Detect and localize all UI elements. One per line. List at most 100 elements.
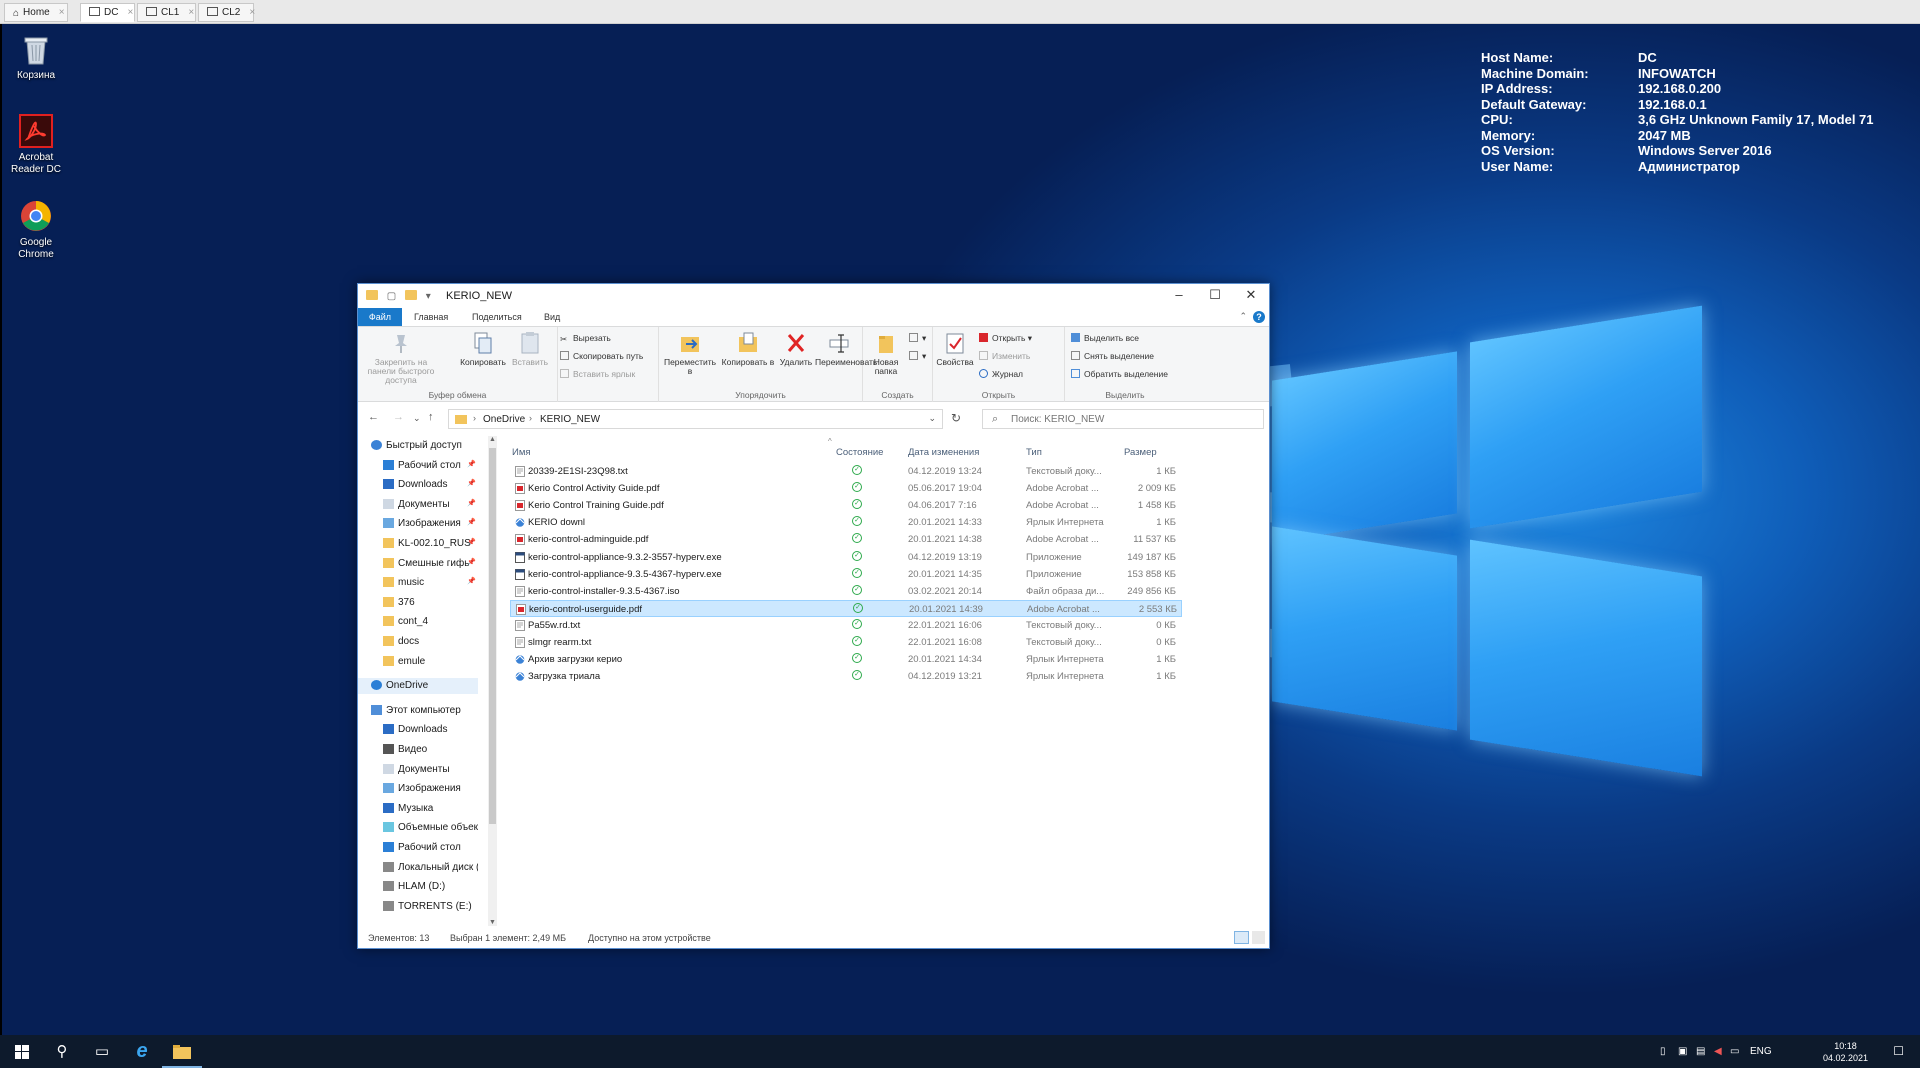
select-none-button[interactable]: Снять выделение — [1071, 351, 1154, 361]
action-center-tray-icon[interactable]: ▣ — [1678, 1046, 1687, 1057]
start-button[interactable] — [2, 1035, 42, 1068]
search-button[interactable]: ⚲ — [42, 1035, 82, 1068]
nav-item[interactable]: Музыка — [358, 801, 478, 817]
nav-scrollbar[interactable]: ▲ ▼ — [488, 436, 497, 926]
chevron-right-icon[interactable]: › — [529, 413, 532, 423]
file-row[interactable]: kerio-control-appliance-9.3.2-3557-hyper… — [510, 549, 1182, 566]
new-folder-qat-icon[interactable] — [405, 290, 418, 300]
recent-locations-icon[interactable]: ⌄ — [413, 413, 421, 424]
vm-tab-home[interactable]: ⌂ Home × — [4, 3, 68, 22]
scroll-down-icon[interactable]: ▼ — [488, 919, 497, 926]
copy-button[interactable]: Копировать — [458, 331, 508, 367]
new-item-button[interactable]: ▾ — [909, 333, 926, 344]
nav-item[interactable]: Смешные гифь 📌 — [358, 556, 478, 572]
tab-home[interactable]: Главная — [404, 308, 458, 326]
nav-item[interactable]: Документы — [358, 762, 478, 778]
close-icon[interactable]: × — [59, 7, 65, 18]
network-icon[interactable]: ▤ — [1696, 1046, 1705, 1057]
breadcrumb-onedrive[interactable]: OneDrive — [483, 414, 525, 425]
nav-item[interactable]: Быстрый доступ — [358, 438, 478, 454]
easy-access-button[interactable]: ▾ — [909, 351, 926, 362]
help-icon[interactable]: ? — [1253, 311, 1265, 323]
nav-item[interactable]: cont_4 — [358, 614, 478, 630]
file-row[interactable]: 20339-2E1SI-23Q98.txt ✓ 04.12.2019 13:24 Те… — [510, 463, 1182, 480]
file-row[interactable]: kerio-control-installer-9.3.5-4367.iso ✓ 0… — [510, 583, 1182, 600]
clock[interactable]: 10:18 04.02.2021 — [1823, 1040, 1868, 1064]
pin-icon[interactable]: 📌 — [467, 538, 476, 546]
invert-selection-button[interactable]: Обратить выделение — [1071, 369, 1168, 379]
file-row[interactable]: KERIO downl ✓ 20.01.2021 14:33 Ярлык Интерн… — [510, 514, 1182, 531]
column-name[interactable]: Имя — [512, 447, 531, 458]
nav-item[interactable]: docs — [358, 634, 478, 650]
nav-item[interactable]: Изображения 📌 — [358, 516, 478, 532]
search-field[interactable]: ⌕ — [982, 409, 1264, 429]
copy-path-button[interactable]: Скопировать путь — [560, 351, 643, 361]
file-row[interactable]: Архив загрузки керио ✓ 20.01.2021 14:34 Ярл… — [510, 651, 1182, 668]
file-row[interactable]: Kerio Control Training Guide.pdf ✓ 04.06.2… — [510, 497, 1182, 514]
nav-item[interactable]: Рабочий стол — [358, 840, 478, 856]
nav-item[interactable]: Видео — [358, 742, 478, 758]
copy-to-button[interactable]: Копировать в — [719, 331, 777, 367]
chevron-down-icon[interactable]: ⌄ — [928, 413, 936, 424]
delete-button[interactable]: Удалить — [777, 331, 815, 367]
internet-explorer-button[interactable]: e — [122, 1035, 162, 1068]
history-button[interactable]: Журнал — [979, 369, 1023, 379]
nav-item[interactable]: TORRENTS (E:) — [358, 899, 478, 915]
nav-item[interactable]: Downloads — [358, 722, 478, 738]
desktop-icon-chrome[interactable]: Google Chrome — [10, 199, 62, 261]
close-button[interactable]: ✕ — [1233, 284, 1269, 306]
tab-file[interactable]: Файл — [358, 308, 402, 326]
column-type[interactable]: Тип — [1026, 447, 1042, 458]
paste-shortcut-button[interactable]: Вставить ярлык — [560, 369, 635, 379]
vm-tab-dc[interactable]: DC × — [80, 3, 135, 22]
nav-item[interactable]: emule — [358, 654, 478, 670]
edit-button[interactable]: Изменить — [979, 351, 1030, 361]
window-titlebar[interactable]: ▢ ▾ KERIO_NEW – ☐ ✕ — [358, 284, 1269, 308]
file-row[interactable]: Загрузка триала ✓ 04.12.2019 13:21 Ярлык Ин… — [510, 668, 1182, 685]
pin-icon[interactable]: 📌 — [467, 577, 476, 585]
desktop-icon-recycle-bin[interactable]: Корзина — [10, 32, 62, 82]
move-to-button[interactable]: Переместить в — [661, 331, 719, 376]
rename-button[interactable]: Переименовать — [815, 331, 877, 367]
scrollbar-thumb[interactable] — [489, 448, 496, 824]
cut-button[interactable]: ✂ Вырезать — [560, 333, 611, 344]
new-folder-button[interactable]: Новая папка — [865, 331, 907, 376]
maximize-button[interactable]: ☐ — [1197, 284, 1233, 306]
close-icon[interactable]: × — [188, 7, 194, 18]
nav-item[interactable]: Локальный диск ( — [358, 860, 478, 876]
nav-item[interactable]: Объемные объек — [358, 820, 478, 836]
select-all-button[interactable]: Выделить все — [1071, 333, 1139, 343]
column-date[interactable]: Дата изменения — [908, 447, 979, 458]
nav-item[interactable]: Downloads 📌 — [358, 477, 478, 493]
language-indicator[interactable]: ENG — [1750, 1046, 1772, 1057]
large-icons-view-button[interactable] — [1252, 931, 1265, 944]
forward-arrow-icon[interactable]: → — [393, 411, 404, 423]
file-row[interactable]: slmgr rearm.txt ✓ 22.01.2021 16:08 Текстовы… — [510, 634, 1182, 651]
pin-icon[interactable]: 📌 — [467, 558, 476, 566]
tab-share[interactable]: Поделиться — [462, 308, 532, 326]
file-row[interactable]: Pa55w.rd.txt ✓ 22.01.2021 16:06 Текстовый д… — [510, 617, 1182, 634]
details-view-button[interactable] — [1234, 931, 1249, 944]
volume-icon[interactable]: ◀ — [1714, 1046, 1722, 1057]
vm-tab-cl2[interactable]: CL2 × — [198, 3, 255, 22]
minimize-button[interactable]: – — [1161, 284, 1197, 306]
column-status[interactable]: Состояние — [836, 447, 883, 458]
pin-icon[interactable]: 📌 — [467, 479, 476, 487]
tab-view[interactable]: Вид — [534, 308, 570, 326]
close-icon[interactable]: × — [127, 7, 133, 18]
nav-item[interactable]: Этот компьютер — [358, 703, 478, 719]
chevron-right-icon[interactable]: › — [473, 413, 476, 423]
path-input[interactable]: › OneDrive › KERIO_NEW ⌄ — [448, 409, 943, 429]
nav-item[interactable]: OneDrive — [358, 678, 478, 695]
tray-icon[interactable]: ▭ — [1730, 1046, 1739, 1057]
properties-qat-icon[interactable]: ▢ — [387, 291, 396, 302]
file-row[interactable]: kerio-control-appliance-9.3.5-4367-hyper… — [510, 566, 1182, 583]
up-arrow-icon[interactable]: ↑ — [428, 411, 434, 423]
file-row[interactable]: kerio-control-userguide.pdf ✓ 20.01.2021 1… — [510, 599, 1182, 617]
desktop-icon-acrobat[interactable]: Acrobat Reader DC — [10, 114, 62, 176]
task-view-button[interactable]: ▭ — [82, 1035, 122, 1068]
refresh-icon[interactable]: ↻ — [951, 411, 961, 425]
nav-item[interactable]: music 📌 — [358, 575, 478, 591]
file-row[interactable]: Kerio Control Activity Guide.pdf ✓ 05.06.2… — [510, 480, 1182, 497]
pin-icon[interactable]: 📌 — [467, 518, 476, 526]
